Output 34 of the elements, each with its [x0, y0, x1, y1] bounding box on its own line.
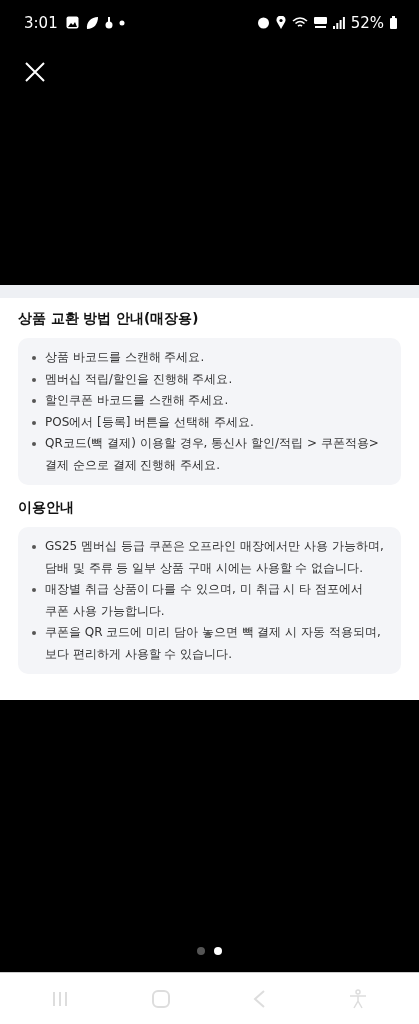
- image-icon: [65, 16, 79, 29]
- back-button[interactable]: [252, 988, 267, 1009]
- close-button[interactable]: [24, 61, 46, 83]
- home-button[interactable]: [150, 988, 171, 1009]
- wifi-icon: [291, 16, 308, 29]
- status-time: 3:01: [24, 13, 58, 32]
- signal-icon: [332, 16, 345, 29]
- info-text: 매장별 취급 상품이 다를 수 있으며, 미 취급 시 타 점포에서 쿠폰 사용 가능합니다.: [45, 581, 364, 620]
- bullet-icon: [32, 631, 36, 635]
- bullet-icon: [32, 420, 36, 425]
- bullet-icon: [32, 377, 36, 382]
- bullet-icon: [32, 356, 36, 360]
- battery-percent: 52%: [350, 13, 384, 32]
- info-text: 할인쿠폰 바코드를 스캔해 주세요.: [45, 392, 229, 409]
- accessibility-button[interactable]: [348, 988, 369, 1009]
- info-text: QR코드(빽 결제) 이용할 경우, 통신사 할인/적립 > 쿠폰적용> 결제 순으로 결제 진행해 주세요.: [45, 435, 380, 474]
- bullet-icon: [32, 399, 36, 403]
- page-dot[interactable]: [197, 947, 205, 955]
- info-text: 쿠폰을 QR 코드에 미리 담아 놓으면 빽 결제 시 자동 적용되며, 보다 편리하게 사용할 수 있습니다.: [45, 624, 382, 663]
- battery-icon: [390, 16, 397, 29]
- leaf-icon: [84, 15, 99, 30]
- page-dot[interactable]: [214, 947, 222, 955]
- bullet-icon: [32, 588, 36, 592]
- info-text: 멤버십 적립/할인을 진행해 주세요.: [45, 370, 233, 388]
- info-text: POS에서 [등록] 버튼을 선택해 주세요.: [45, 413, 254, 431]
- bullet-icon: [32, 545, 36, 549]
- bullet-icon: [32, 442, 36, 446]
- section-title: 상품 교환 방법 안내(매장용): [18, 310, 200, 328]
- dot-icon: [118, 19, 125, 26]
- recents-button[interactable]: [50, 989, 69, 1008]
- location-icon: [275, 16, 286, 29]
- info-text: 상품 바코드를 스캔해 주세요.: [45, 349, 205, 366]
- section-title: 이용안내: [18, 499, 75, 517]
- info-text: GS25 멤버십 등급 쿠폰은 오프라인 매장에서만 사용 가능하며, 담배 및 주류 등 일부 상품 구매 시에는 사용할 수 없습니다.: [45, 538, 385, 577]
